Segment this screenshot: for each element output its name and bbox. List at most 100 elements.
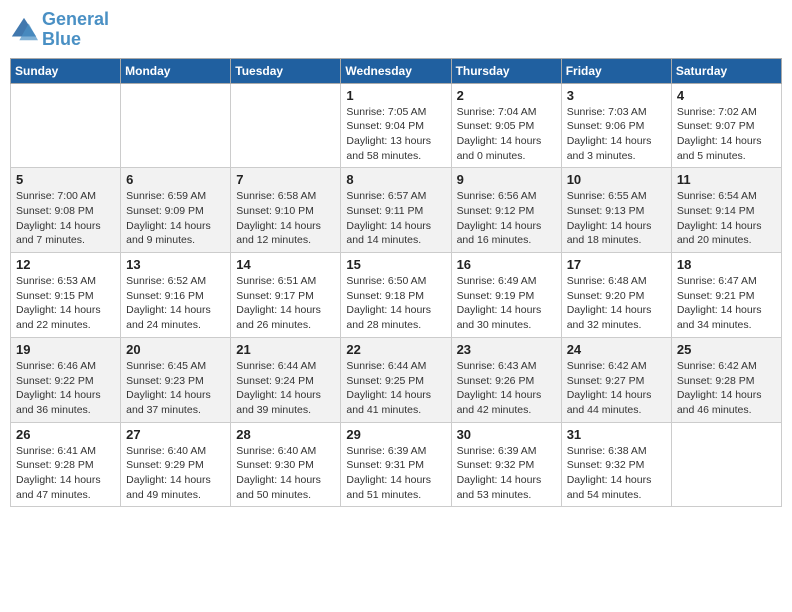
calendar-cell: 21 Sunrise: 6:44 AM Sunset: 9:24 PM Dayli…	[231, 337, 341, 422]
calendar-header-wednesday: Wednesday	[341, 58, 451, 83]
day-info: Sunrise: 6:42 AM Sunset: 9:28 PM Dayligh…	[677, 359, 776, 418]
calendar-header-monday: Monday	[121, 58, 231, 83]
day-number: 30	[457, 427, 556, 442]
calendar-cell	[121, 83, 231, 168]
day-info: Sunrise: 7:00 AM Sunset: 9:08 PM Dayligh…	[16, 189, 115, 248]
day-number: 11	[677, 172, 776, 187]
calendar-cell: 7 Sunrise: 6:58 AM Sunset: 9:10 PM Daylig…	[231, 168, 341, 253]
calendar-cell: 22 Sunrise: 6:44 AM Sunset: 9:25 PM Dayli…	[341, 337, 451, 422]
calendar-cell: 28 Sunrise: 6:40 AM Sunset: 9:30 PM Dayli…	[231, 422, 341, 507]
calendar-cell: 23 Sunrise: 6:43 AM Sunset: 9:26 PM Dayli…	[451, 337, 561, 422]
day-number: 22	[346, 342, 445, 357]
day-info: Sunrise: 6:47 AM Sunset: 9:21 PM Dayligh…	[677, 274, 776, 333]
day-number: 5	[16, 172, 115, 187]
calendar-cell: 2 Sunrise: 7:04 AM Sunset: 9:05 PM Daylig…	[451, 83, 561, 168]
day-info: Sunrise: 6:54 AM Sunset: 9:14 PM Dayligh…	[677, 189, 776, 248]
calendar-cell: 16 Sunrise: 6:49 AM Sunset: 9:19 PM Dayli…	[451, 253, 561, 338]
day-info: Sunrise: 6:38 AM Sunset: 9:32 PM Dayligh…	[567, 444, 666, 503]
calendar-header-thursday: Thursday	[451, 58, 561, 83]
calendar-cell: 9 Sunrise: 6:56 AM Sunset: 9:12 PM Daylig…	[451, 168, 561, 253]
calendar-cell: 24Sunrise: 6:42 AM Sunset: 9:27 PM Dayli…	[561, 337, 671, 422]
calendar-cell	[671, 422, 781, 507]
day-number: 29	[346, 427, 445, 442]
day-info: Sunrise: 7:02 AM Sunset: 9:07 PM Dayligh…	[677, 105, 776, 164]
day-number: 14	[236, 257, 335, 272]
day-info: Sunrise: 6:56 AM Sunset: 9:12 PM Dayligh…	[457, 189, 556, 248]
day-info: Sunrise: 6:39 AM Sunset: 9:32 PM Dayligh…	[457, 444, 556, 503]
day-number: 28	[236, 427, 335, 442]
day-number: 26	[16, 427, 115, 442]
day-number: 10	[567, 172, 666, 187]
calendar-cell: 5 Sunrise: 7:00 AM Sunset: 9:08 PM Daylig…	[11, 168, 121, 253]
day-number: 27	[126, 427, 225, 442]
day-info: Sunrise: 7:05 AM Sunset: 9:04 PM Dayligh…	[346, 105, 445, 164]
day-info: Sunrise: 6:59 AM Sunset: 9:09 PM Dayligh…	[126, 189, 225, 248]
day-number: 2	[457, 88, 556, 103]
day-number: 16	[457, 257, 556, 272]
calendar-header-saturday: Saturday	[671, 58, 781, 83]
calendar-cell	[11, 83, 121, 168]
day-info: Sunrise: 7:03 AM Sunset: 9:06 PM Dayligh…	[567, 105, 666, 164]
logo: General Blue	[10, 10, 109, 50]
calendar-week-row: 12Sunrise: 6:53 AM Sunset: 9:15 PM Dayli…	[11, 253, 782, 338]
calendar-cell: 3 Sunrise: 7:03 AM Sunset: 9:06 PM Daylig…	[561, 83, 671, 168]
day-number: 4	[677, 88, 776, 103]
calendar-cell: 17 Sunrise: 6:48 AM Sunset: 9:20 PM Dayli…	[561, 253, 671, 338]
calendar-table: SundayMondayTuesdayWednesdayThursdayFrid…	[10, 58, 782, 508]
day-info: Sunrise: 6:48 AM Sunset: 9:20 PM Dayligh…	[567, 274, 666, 333]
calendar-week-row: 26 Sunrise: 6:41 AM Sunset: 9:28 PM Dayli…	[11, 422, 782, 507]
calendar-cell: 12Sunrise: 6:53 AM Sunset: 9:15 PM Dayli…	[11, 253, 121, 338]
day-info: Sunrise: 6:43 AM Sunset: 9:26 PM Dayligh…	[457, 359, 556, 418]
day-info: Sunrise: 6:44 AM Sunset: 9:24 PM Dayligh…	[236, 359, 335, 418]
day-info: Sunrise: 7:04 AM Sunset: 9:05 PM Dayligh…	[457, 105, 556, 164]
day-info: Sunrise: 6:53 AM Sunset: 9:15 PM Dayligh…	[16, 274, 115, 333]
day-info: Sunrise: 6:42 AM Sunset: 9:27 PM Dayligh…	[567, 359, 666, 418]
day-number: 25	[677, 342, 776, 357]
calendar-cell: 6Sunrise: 6:59 AM Sunset: 9:09 PM Daylig…	[121, 168, 231, 253]
day-info: Sunrise: 6:41 AM Sunset: 9:28 PM Dayligh…	[16, 444, 115, 503]
day-number: 17	[567, 257, 666, 272]
calendar-cell: 8Sunrise: 6:57 AM Sunset: 9:11 PM Daylig…	[341, 168, 451, 253]
day-info: Sunrise: 6:58 AM Sunset: 9:10 PM Dayligh…	[236, 189, 335, 248]
day-number: 3	[567, 88, 666, 103]
calendar-cell: 10 Sunrise: 6:55 AM Sunset: 9:13 PM Dayli…	[561, 168, 671, 253]
day-info: Sunrise: 6:40 AM Sunset: 9:30 PM Dayligh…	[236, 444, 335, 503]
day-info: Sunrise: 6:40 AM Sunset: 9:29 PM Dayligh…	[126, 444, 225, 503]
day-info: Sunrise: 6:39 AM Sunset: 9:31 PM Dayligh…	[346, 444, 445, 503]
calendar-header-tuesday: Tuesday	[231, 58, 341, 83]
calendar-cell: 1Sunrise: 7:05 AM Sunset: 9:04 PM Daylig…	[341, 83, 451, 168]
page-header: General Blue	[10, 10, 782, 50]
day-number: 20	[126, 342, 225, 357]
calendar-cell: 29 Sunrise: 6:39 AM Sunset: 9:31 PM Dayli…	[341, 422, 451, 507]
calendar-cell: 20Sunrise: 6:45 AM Sunset: 9:23 PM Dayli…	[121, 337, 231, 422]
day-info: Sunrise: 6:49 AM Sunset: 9:19 PM Dayligh…	[457, 274, 556, 333]
calendar-cell: 18Sunrise: 6:47 AM Sunset: 9:21 PM Dayli…	[671, 253, 781, 338]
day-info: Sunrise: 6:52 AM Sunset: 9:16 PM Dayligh…	[126, 274, 225, 333]
day-info: Sunrise: 6:55 AM Sunset: 9:13 PM Dayligh…	[567, 189, 666, 248]
logo-icon	[10, 16, 38, 44]
calendar-cell: 15 Sunrise: 6:50 AM Sunset: 9:18 PM Dayli…	[341, 253, 451, 338]
day-info: Sunrise: 6:44 AM Sunset: 9:25 PM Dayligh…	[346, 359, 445, 418]
day-info: Sunrise: 6:46 AM Sunset: 9:22 PM Dayligh…	[16, 359, 115, 418]
day-number: 7	[236, 172, 335, 187]
calendar-week-row: 1Sunrise: 7:05 AM Sunset: 9:04 PM Daylig…	[11, 83, 782, 168]
day-info: Sunrise: 6:51 AM Sunset: 9:17 PM Dayligh…	[236, 274, 335, 333]
calendar-cell: 25 Sunrise: 6:42 AM Sunset: 9:28 PM Dayli…	[671, 337, 781, 422]
day-number: 23	[457, 342, 556, 357]
calendar-cell: 26 Sunrise: 6:41 AM Sunset: 9:28 PM Dayli…	[11, 422, 121, 507]
calendar-header-row: SundayMondayTuesdayWednesdayThursdayFrid…	[11, 58, 782, 83]
day-number: 13	[126, 257, 225, 272]
calendar-header-friday: Friday	[561, 58, 671, 83]
calendar-cell: 13 Sunrise: 6:52 AM Sunset: 9:16 PM Dayli…	[121, 253, 231, 338]
day-number: 9	[457, 172, 556, 187]
calendar-header-sunday: Sunday	[11, 58, 121, 83]
day-info: Sunrise: 6:50 AM Sunset: 9:18 PM Dayligh…	[346, 274, 445, 333]
calendar-cell: 30 Sunrise: 6:39 AM Sunset: 9:32 PM Dayli…	[451, 422, 561, 507]
logo-text: General Blue	[42, 10, 109, 50]
calendar-cell: 11 Sunrise: 6:54 AM Sunset: 9:14 PM Dayli…	[671, 168, 781, 253]
calendar-cell: 4 Sunrise: 7:02 AM Sunset: 9:07 PM Daylig…	[671, 83, 781, 168]
day-number: 21	[236, 342, 335, 357]
day-number: 15	[346, 257, 445, 272]
day-info: Sunrise: 6:57 AM Sunset: 9:11 PM Dayligh…	[346, 189, 445, 248]
calendar-cell: 14 Sunrise: 6:51 AM Sunset: 9:17 PM Dayli…	[231, 253, 341, 338]
